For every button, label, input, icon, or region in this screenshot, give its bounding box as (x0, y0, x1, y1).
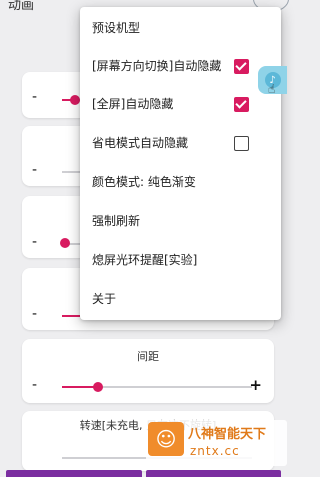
watermark-logo-icon: ☺ (148, 422, 184, 456)
menu-item-power-save-auto-hide[interactable]: 省电模式自动隐藏 (80, 124, 281, 163)
menu-item-color-mode[interactable]: 颜色模式: 纯色渐变 (80, 163, 281, 202)
spacing-card: 间距 - + (22, 339, 274, 403)
menu-item-label: 预设机型 (92, 21, 141, 35)
menu-item-label: 颜色模式: 纯色渐变 (92, 175, 196, 189)
slider-track[interactable] (62, 171, 80, 173)
minus-button[interactable]: - (32, 234, 37, 250)
menu-item-label: [屏幕方向切换]自动隐藏 (92, 59, 222, 73)
slider-thumb[interactable] (60, 238, 70, 248)
watermark-title: 八神智能天下 (188, 427, 267, 442)
menu-item-label: 强制刷新 (92, 214, 141, 228)
pointer-hand-icon: ☝ (268, 82, 276, 96)
plus-button[interactable]: + (249, 376, 262, 394)
menu-item-force-refresh[interactable]: 强制刷新 (80, 202, 281, 241)
menu-item-label: 熄屏光环提醒[实验] (92, 253, 198, 267)
minus-button[interactable]: - (32, 162, 37, 178)
slider-fill (62, 386, 96, 388)
menu-item-label: [全屏]自动隐藏 (92, 97, 174, 111)
watermark: ☺ 八神智能天下 zntx.cc (146, 420, 287, 466)
minus-button[interactable]: - (32, 89, 37, 105)
menu-item-label: 关于 (92, 292, 117, 306)
minus-button[interactable]: - (32, 377, 37, 393)
bottom-tab-bar (0, 470, 287, 477)
menu-item-about[interactable]: 关于 (80, 280, 281, 319)
menu-item-fullscreen-auto-hide[interactable]: [全屏]自动隐藏 (80, 85, 281, 124)
overflow-menu: 预设机型 [屏幕方向切换]自动隐藏 [全屏]自动隐藏 省电模式自动隐藏 颜色模式… (80, 7, 281, 320)
slider-thumb[interactable] (70, 95, 80, 105)
checkbox-checked-icon[interactable] (234, 97, 249, 112)
menu-item-label: 省电模式自动隐藏 (92, 136, 189, 150)
minus-button[interactable]: - (32, 306, 37, 322)
watermark-url: zntx.cc (190, 444, 240, 458)
slider-fill (62, 315, 80, 317)
spacing-label: 间距 (137, 350, 159, 363)
slider-thumb[interactable] (93, 382, 103, 392)
bottom-tab-left[interactable] (6, 470, 142, 477)
menu-item-preset-model[interactable]: 预设机型 (80, 9, 281, 48)
bottom-tab-right[interactable] (145, 470, 281, 477)
menu-item-screen-off-halo[interactable]: 熄屏光环提醒[实验] (80, 241, 281, 280)
checkbox-checked-icon[interactable] (234, 59, 249, 74)
menu-item-rotate-auto-hide[interactable]: [屏幕方向切换]自动隐藏 (80, 47, 281, 86)
page-title: 动画 (8, 0, 35, 13)
checkbox-unchecked-icon[interactable] (234, 136, 249, 151)
